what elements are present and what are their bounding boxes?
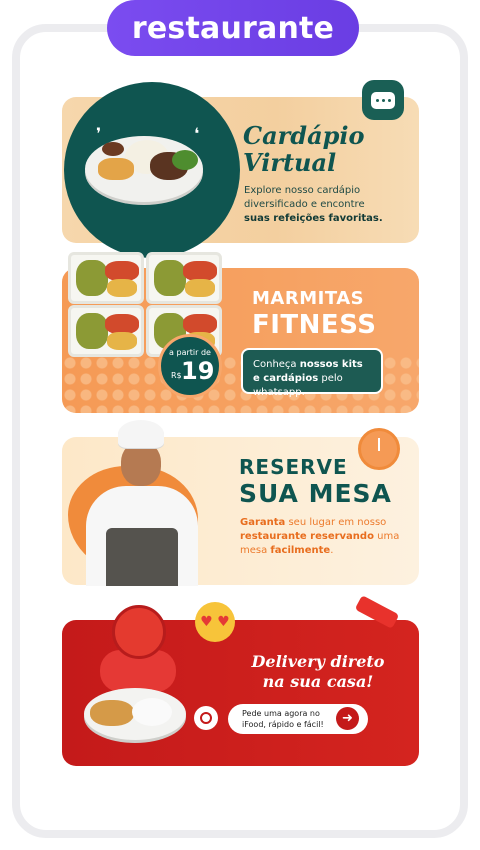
menu-card-title: Cardápio Virtual — [243, 121, 365, 177]
rice-image — [132, 698, 172, 726]
greens-image — [172, 150, 198, 170]
heart-eyes-emoji-icon: ♥ ♥ — [195, 602, 235, 642]
meal-box-image — [68, 305, 144, 357]
whatsapp-kits-button[interactable]: Conheça nossos kits e cardápios pelo wha… — [241, 348, 383, 398]
arrow-right-icon[interactable]: ➜ — [336, 707, 359, 730]
splash-left-icon: ❜ — [96, 124, 102, 143]
fitness-card-title: MARMITAS FITNESS — [252, 288, 377, 340]
chef-apron-image — [106, 528, 178, 586]
delivery-card-title: Delivery direto na sua casa! — [251, 652, 385, 691]
fish-image — [90, 700, 134, 726]
chef-face-image — [121, 442, 161, 486]
meal-box-image — [146, 252, 222, 304]
meal-box-image — [68, 252, 144, 304]
splash-right-icon: ❛ — [194, 124, 200, 143]
chat-icon[interactable] — [362, 80, 404, 120]
delivery-rider-image — [112, 605, 166, 659]
alarm-clock-icon — [358, 428, 400, 470]
whatsapp-icon[interactable] — [194, 706, 218, 730]
menu-card-description: Explore nosso cardápio diversificado e e… — [244, 185, 383, 224]
beans-image — [102, 142, 124, 156]
restaurant-pill: restaurante — [107, 0, 359, 56]
price-badge: a partir de R$ 19 — [158, 334, 222, 398]
chef-hat-image — [118, 420, 164, 448]
fries-image — [98, 158, 134, 180]
reserve-card-description: Garanta seu lugar em nosso restaurante r… — [240, 517, 400, 556]
